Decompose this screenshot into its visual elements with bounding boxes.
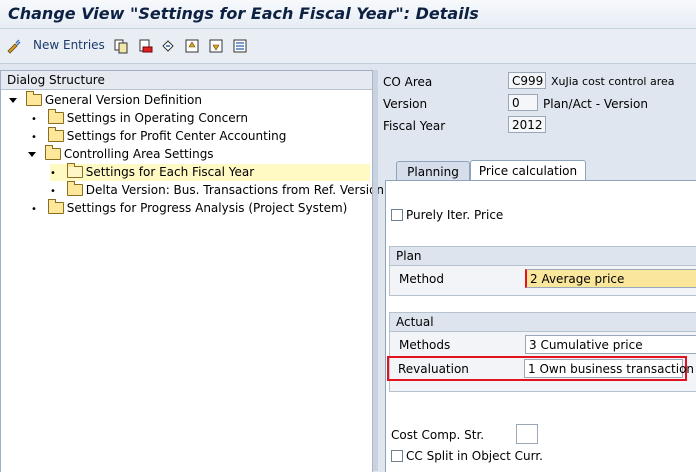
bullet-icon: • <box>31 132 37 143</box>
cost-comp-str-label: Cost Comp. Str. <box>391 428 485 442</box>
open-folder-icon <box>66 162 83 178</box>
co-area-label: CO Area <box>383 75 433 89</box>
dialog-structure-panel: Dialog Structure General Version Definit… <box>0 70 384 472</box>
plan-group-title: Plan <box>390 247 696 266</box>
tree-node-label: Settings for Each Fiscal Year <box>85 165 255 179</box>
cc-split-checkbox[interactable] <box>391 450 403 462</box>
application-toolbar: New Entries <box>0 29 696 64</box>
purely-iter-price-checkbox[interactable] <box>391 209 403 221</box>
folder-icon <box>66 180 83 196</box>
previous-entry-icon[interactable] <box>184 38 200 54</box>
revaluation-input[interactable]: 1 Own business transaction <box>524 359 694 378</box>
bullet-icon: • <box>31 204 37 215</box>
folder-icon <box>25 90 42 106</box>
fiscal-year-field: 2012 <box>508 116 546 133</box>
copy-icon[interactable] <box>113 38 129 54</box>
tree-node-label: Controlling Area Settings <box>63 147 214 161</box>
tree-node-delta-version[interactable]: • Delta Version: Bus. Transactions from … <box>50 180 385 199</box>
tree-node-label: Settings in Operating Concern <box>66 111 248 125</box>
tree-node-label: Settings for Profit Center Accounting <box>66 129 287 143</box>
bullet-icon: • <box>50 168 56 179</box>
tree-node-profit-center[interactable]: • Settings for Profit Center Accounting <box>31 126 287 145</box>
tree-node-controlling-area[interactable]: Controlling Area Settings <box>28 144 214 163</box>
purely-iter-price-label: Purely Iter. Price <box>406 208 504 222</box>
select-all-icon[interactable] <box>232 38 248 54</box>
cc-split-label: CC Split in Object Curr. <box>406 449 543 463</box>
tree-node-operating-concern[interactable]: • Settings in Operating Concern <box>31 108 248 127</box>
bullet-icon: • <box>31 114 37 125</box>
revaluation-label: Revaluation <box>398 362 469 376</box>
actual-group-title: Actual <box>390 313 696 332</box>
tree-node-general-version-definition[interactable]: General Version Definition <box>9 90 202 109</box>
bullet-icon: • <box>50 186 56 197</box>
co-area-field: C999 <box>508 72 546 89</box>
folder-icon <box>47 108 64 124</box>
tree-node-progress-analysis[interactable]: • Settings for Progress Analysis (Projec… <box>31 198 348 217</box>
display-change-icon[interactable] <box>6 38 22 54</box>
next-entry-icon[interactable] <box>208 38 224 54</box>
cost-comp-str-input[interactable] <box>516 424 538 444</box>
title-bar: Change View "Settings for Each Fiscal Ye… <box>0 0 696 29</box>
expand-arrow-icon[interactable] <box>9 98 17 103</box>
version-field: 0 <box>508 94 538 111</box>
tree-node-each-fiscal-year[interactable]: • Settings for Each Fiscal Year <box>50 162 370 181</box>
tree-node-label: Settings for Progress Analysis (Project … <box>66 201 348 215</box>
plan-group: Plan Method 2 Average price <box>389 246 696 296</box>
version-label: Version <box>383 97 428 111</box>
dialog-structure-header: Dialog Structure <box>1 71 372 90</box>
tree-node-label: General Version Definition <box>44 93 202 107</box>
folder-icon <box>44 144 61 160</box>
pane-splitter[interactable] <box>372 70 378 471</box>
co-area-description: XuJia cost control area <box>551 75 675 88</box>
folder-icon <box>47 126 64 142</box>
page-title: Change View "Settings for Each Fiscal Ye… <box>8 4 479 23</box>
undo-change-icon[interactable] <box>160 38 176 54</box>
tab-planning[interactable]: Planning <box>396 161 470 181</box>
folder-icon <box>47 198 64 214</box>
actual-methods-input[interactable]: 3 Cumulative price <box>525 335 696 354</box>
delete-icon[interactable] <box>137 38 153 54</box>
fiscal-year-label: Fiscal Year <box>383 119 446 133</box>
plan-method-input[interactable]: 2 Average price <box>525 269 696 288</box>
new-entries-button[interactable]: New Entries <box>33 38 105 52</box>
tab-price-calculation[interactable]: Price calculation <box>470 160 586 181</box>
plan-method-label: Method <box>399 272 445 286</box>
expand-arrow-icon[interactable] <box>28 152 36 157</box>
actual-methods-label: Methods <box>399 338 451 352</box>
price-calculation-panel: Purely Iter. Price Plan Method 2 Average… <box>385 180 696 472</box>
tree-node-label: Delta Version: Bus. Transactions from Re… <box>85 183 385 197</box>
version-description: Plan/Act - Version <box>543 97 648 111</box>
